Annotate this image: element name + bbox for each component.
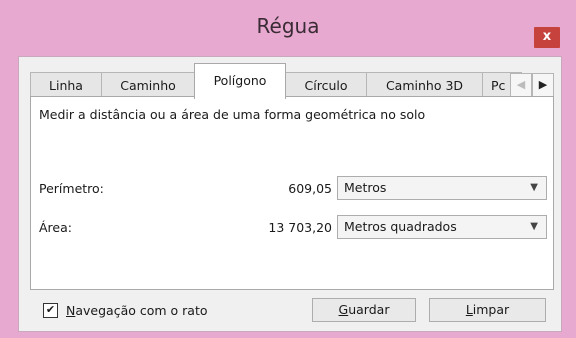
label-rest: uardar bbox=[348, 302, 390, 317]
perimeter-label: Perímetro: bbox=[39, 181, 104, 196]
area-unit-value: Metros quadrados bbox=[344, 219, 457, 234]
tab-panel-poligono: Medir a distância ou a área de uma forma… bbox=[30, 96, 554, 290]
area-unit-select[interactable]: Metros quadrados ▼ bbox=[337, 215, 547, 239]
dialog-client-area: Linha Caminho Polígono Círculo Caminho 3… bbox=[18, 56, 562, 332]
tab-circulo[interactable]: Círculo bbox=[285, 72, 367, 98]
label-rest: impar bbox=[472, 302, 510, 317]
tab-caminho[interactable]: Caminho bbox=[101, 72, 195, 98]
window-title: Régua bbox=[256, 14, 320, 38]
tab-label: Círculo bbox=[304, 78, 348, 93]
mnemonic: L bbox=[465, 302, 473, 317]
label-rest: avegação com o rato bbox=[75, 303, 208, 318]
tab-linha[interactable]: Linha bbox=[30, 72, 102, 98]
chevron-down-icon: ▼ bbox=[530, 182, 538, 193]
area-value: 13 703,20 bbox=[268, 220, 332, 235]
close-button[interactable]: x bbox=[534, 27, 560, 48]
chevron-down-icon: ▼ bbox=[530, 221, 538, 232]
perimeter-unit-value: Metros bbox=[344, 180, 387, 195]
chevron-right-icon[interactable]: ▶ bbox=[532, 73, 554, 97]
perimeter-unit-select[interactable]: Metros ▼ bbox=[337, 176, 547, 200]
save-button[interactable]: Guardar bbox=[312, 298, 416, 322]
tab-label: Pc bbox=[491, 78, 506, 93]
tab-poligono[interactable]: Polígono bbox=[194, 63, 286, 99]
clear-button[interactable]: Limpar bbox=[429, 298, 546, 322]
tab-scroll-arrows: ◀ ▶ bbox=[510, 73, 554, 97]
perimeter-value: 609,05 bbox=[288, 181, 332, 196]
checkmark-icon: ✔ bbox=[45, 303, 56, 316]
tab-label: Polígono bbox=[213, 73, 267, 88]
mnemonic: N bbox=[66, 303, 76, 318]
checkbox-label: Navegação com o rato bbox=[66, 303, 208, 318]
mouse-navigation-toggle[interactable]: ✔ Navegação com o rato bbox=[43, 303, 208, 318]
title-bar[interactable]: Régua x bbox=[0, 0, 576, 48]
tab-label: Caminho 3D bbox=[385, 78, 464, 93]
checkbox[interactable]: ✔ bbox=[43, 303, 58, 318]
tab-label: Caminho bbox=[120, 78, 176, 93]
tab-bar: Linha Caminho Polígono Círculo Caminho 3… bbox=[30, 63, 554, 99]
tab-label: Linha bbox=[49, 78, 83, 93]
chevron-left-icon[interactable]: ◀ bbox=[510, 73, 532, 97]
area-label: Área: bbox=[39, 220, 72, 235]
close-icon: x bbox=[542, 29, 552, 44]
mnemonic: G bbox=[338, 302, 349, 317]
panel-description: Medir a distância ou a área de uma forma… bbox=[39, 107, 426, 122]
tab-caminho-3d[interactable]: Caminho 3D bbox=[366, 72, 483, 98]
